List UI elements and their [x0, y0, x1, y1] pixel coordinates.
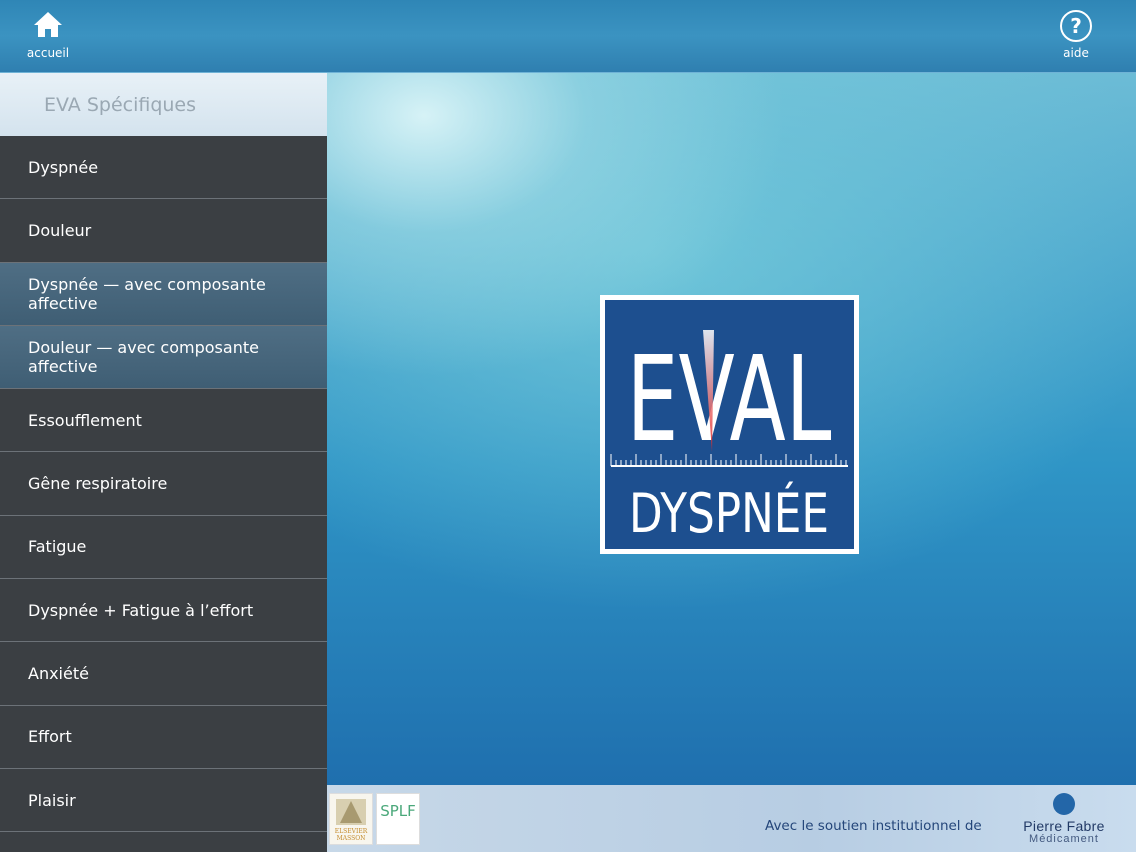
logo-text-bottom: DYSPNÉE: [629, 482, 829, 545]
support-text: Avec le soutien institutionnel de: [765, 818, 982, 834]
main-area: EVAL DYSPNÉE: [327, 73, 1136, 785]
sidebar-item-douleur-affective[interactable]: Douleur — avec composante affective: [0, 325, 327, 390]
sidebar: EVA Spécifiques Dyspnée Douleur Dyspnée …: [0, 73, 327, 852]
sidebar-item-effort[interactable]: Effort: [0, 706, 327, 769]
sidebar-item-douleur[interactable]: Douleur: [0, 199, 327, 263]
sponsor-sub: Médicament: [1029, 833, 1099, 845]
top-bar: accueil ? aide: [0, 0, 1136, 73]
footer: ELSEVIER MASSON SPLF Avec le soutien ins…: [327, 785, 1136, 852]
sponsor-name: Pierre Fabre: [1023, 818, 1105, 834]
sidebar-item-fatigue[interactable]: Fatigue: [0, 516, 327, 580]
publisher2-text: SPLF: [380, 802, 416, 820]
home-button[interactable]: accueil: [16, 10, 80, 66]
splf-logo: SPLF: [376, 793, 420, 845]
publisher1-text: ELSEVIER MASSON: [334, 828, 368, 842]
sidebar-item-dyspnee-fatigue-effort[interactable]: Dyspnée + Fatigue à l’effort: [0, 579, 327, 643]
sidebar-item-plaisir[interactable]: Plaisir: [0, 769, 327, 833]
sidebar-item-dyspnee-affective[interactable]: Dyspnée — avec composante affective: [0, 262, 327, 326]
eval-dyspnee-logo: EVAL DYSPNÉE: [600, 295, 859, 554]
elsevier-masson-logo: ELSEVIER MASSON: [329, 793, 373, 845]
sidebar-title: EVA Spécifiques: [0, 73, 327, 136]
help-icon: ?: [1060, 10, 1092, 42]
pierre-fabre-logo: Pierre Fabre Médicament: [999, 793, 1129, 845]
logo-text-top: EVAL: [627, 330, 832, 468]
sidebar-item-dyspnee[interactable]: Dyspnée: [0, 136, 327, 200]
home-icon: [33, 10, 63, 42]
help-label: aide: [1063, 46, 1089, 60]
sidebar-item-anxiete[interactable]: Anxiété: [0, 642, 327, 706]
home-label: accueil: [26, 46, 70, 60]
pierre-fabre-icon: [1053, 793, 1075, 815]
sidebar-item-gene-respiratoire[interactable]: Gêne respiratoire: [0, 452, 327, 516]
sidebar-item-essoufflement[interactable]: Essoufflement: [0, 389, 327, 453]
help-button[interactable]: ? aide: [1044, 10, 1108, 66]
